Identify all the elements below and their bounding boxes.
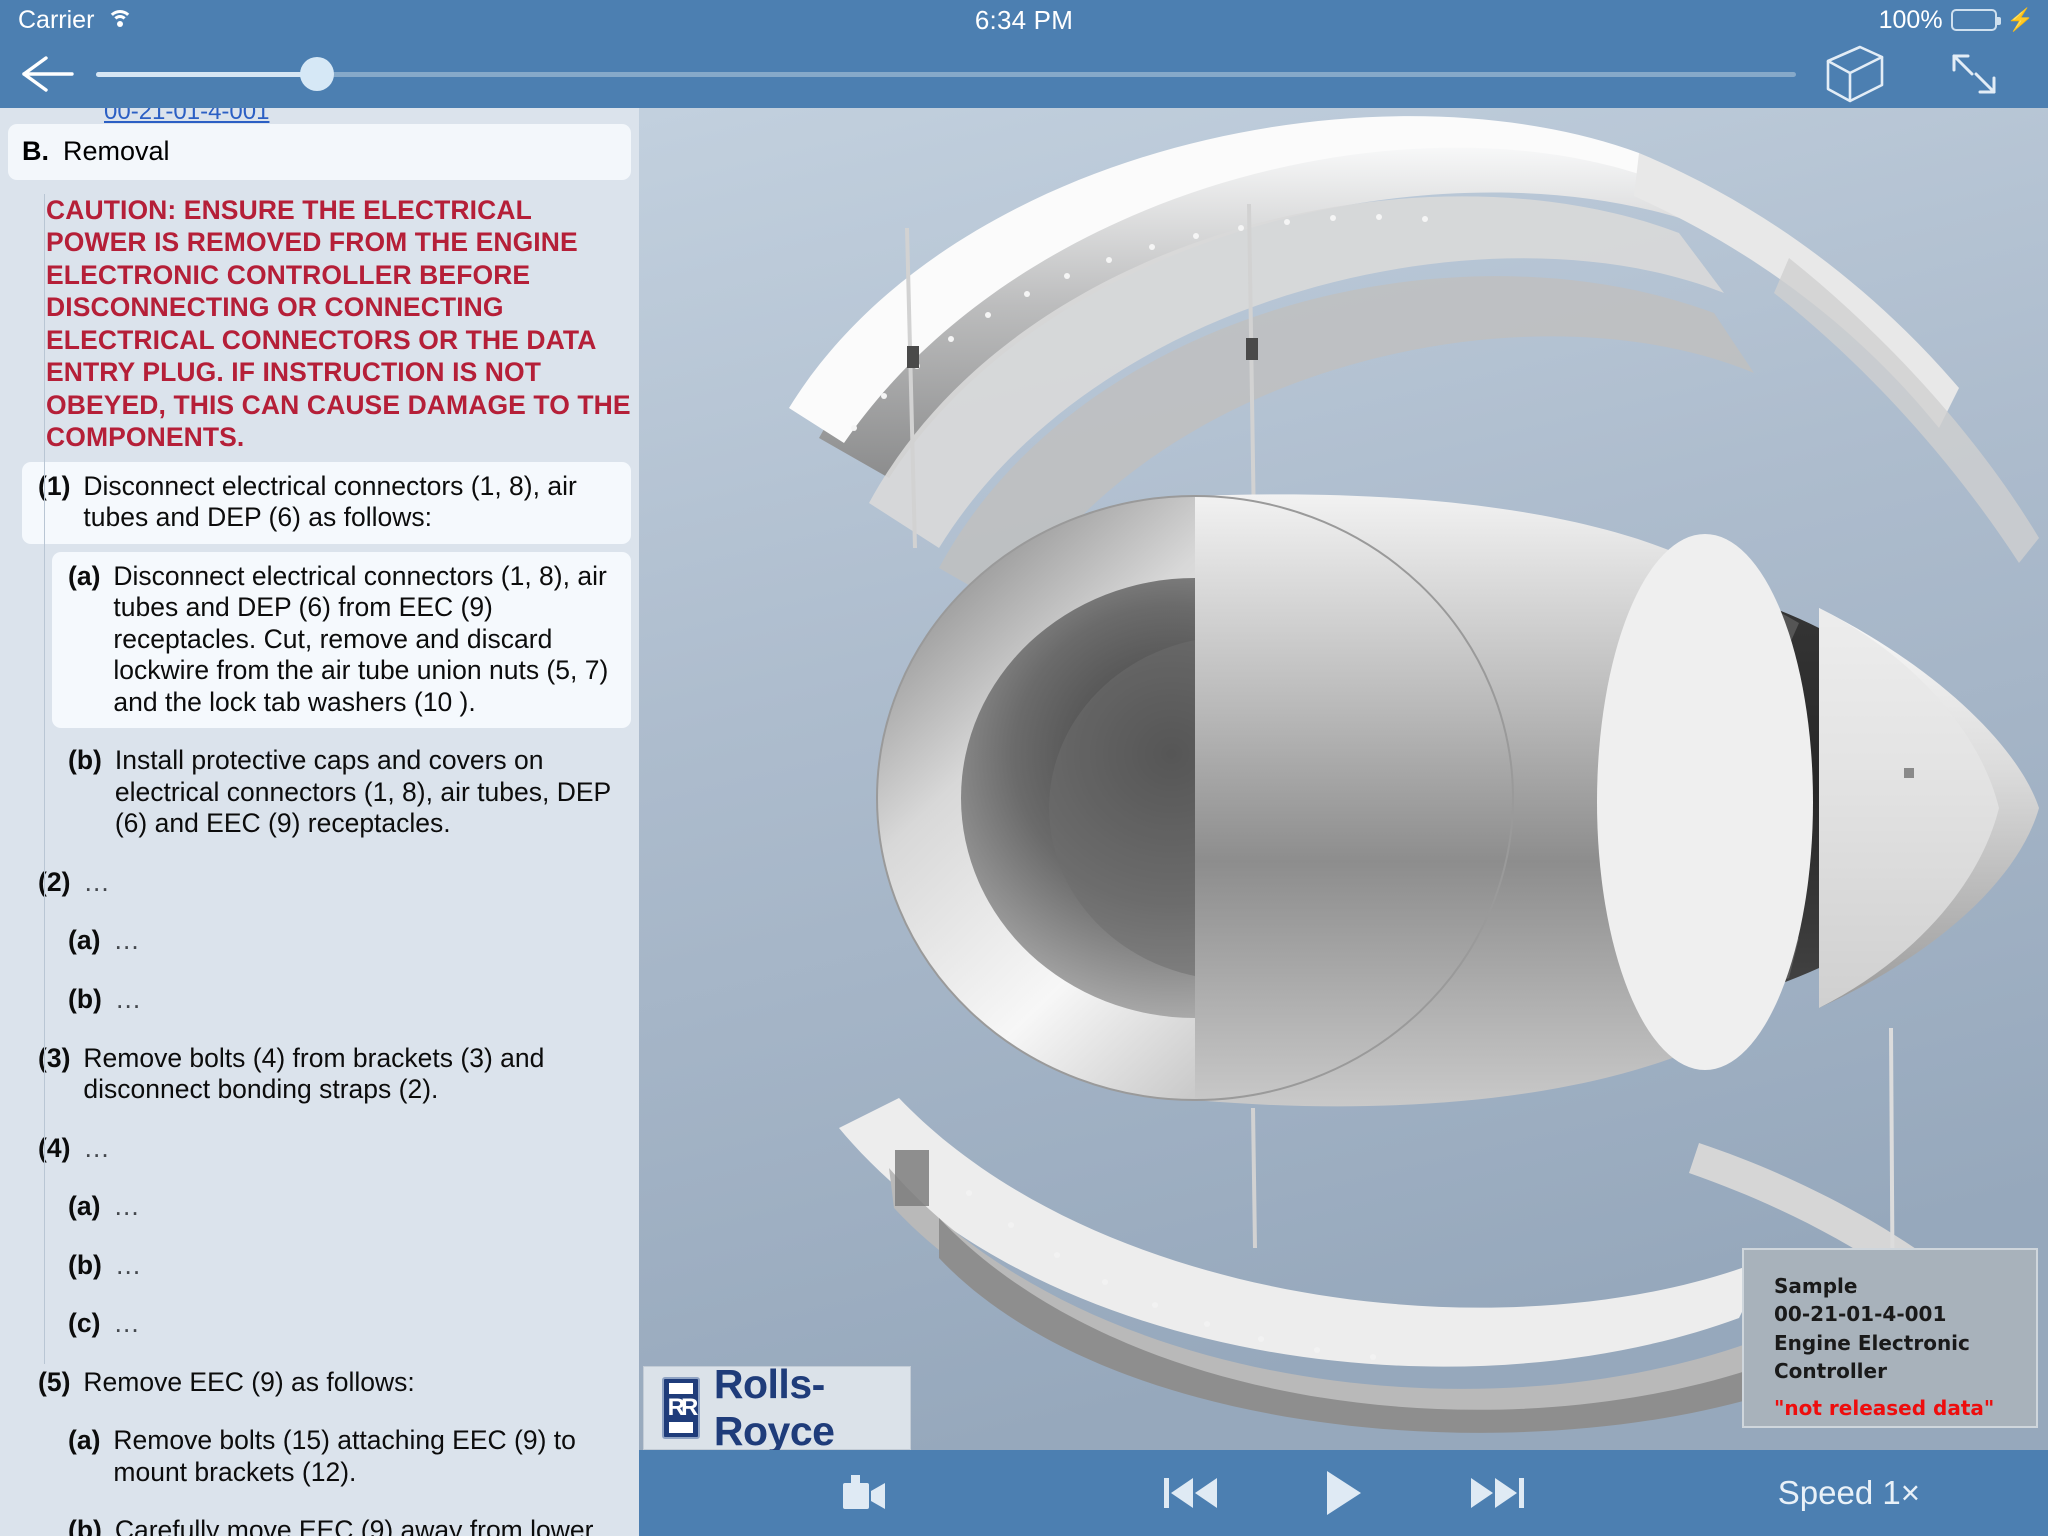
procedure-item-text: …	[114, 1249, 143, 1280]
procedure-item-text: Remove EEC (9) as follows:	[83, 1366, 415, 1397]
three-d-viewport[interactable]: RR Rolls-Royce Sample 00-21-01-4-001 Eng…	[639, 108, 2048, 1450]
status-bar-left: Carrier	[0, 6, 676, 35]
section-title: Removal	[63, 136, 170, 166]
status-bar-right: 100% ⚡	[1372, 6, 2048, 35]
rolls-royce-badge-icon: RR	[662, 1377, 700, 1439]
skip-to-start-icon	[1163, 1478, 1169, 1508]
procedure-item-text: …	[83, 866, 111, 897]
transport-controls	[1163, 1471, 1524, 1515]
procedure-item[interactable]: (b) Install protective caps and covers on…	[52, 736, 631, 850]
procedure-item-number: (2)	[38, 866, 71, 897]
procedure-item-text: Carefully move EEC (9) away from lower c…	[114, 1515, 594, 1536]
procedure-item-number: (b)	[68, 1515, 102, 1536]
carrier-label: Carrier	[18, 5, 95, 34]
procedure-text-panel[interactable]: 00-21-01-4-001 B. Removal CAUTION: ENSUR…	[0, 108, 639, 1536]
slider-track[interactable]	[96, 57, 1796, 91]
app-root: Carrier 6:34 PM 100% ⚡ 00-21-01-4-001 B.…	[0, 0, 2048, 1536]
battery-icon	[1950, 9, 2001, 31]
procedure-item-text: Install protective caps and covers on el…	[114, 745, 611, 839]
rr-monogram: RR	[667, 1394, 699, 1421]
procedure-item-number: (a)	[68, 560, 101, 591]
skip-to-start-button[interactable]	[1163, 1478, 1217, 1508]
procedure-item[interactable]: (b) …	[52, 975, 631, 1026]
procedure-item-text: …	[113, 1191, 141, 1222]
main-content: 00-21-01-4-001 B. Removal CAUTION: ENSUR…	[0, 108, 2048, 1536]
procedure-item[interactable]: (a) Disconnect electrical connectors (1, …	[52, 551, 631, 729]
back-button[interactable]	[0, 40, 96, 108]
sample-line-name-2: Controller	[1774, 1359, 1887, 1384]
procedure-item[interactable]: (a) Remove bolts (15) attaching EEC (9) t…	[52, 1416, 631, 1498]
procedure-item[interactable]: (1) Disconnect electrical connectors (1, …	[22, 461, 631, 544]
status-bar-clock: 6:34 PM	[974, 4, 1074, 35]
procedure-item-number: (a)	[68, 1425, 101, 1456]
toolbar-actions	[1822, 43, 2048, 105]
procedure-item-text: …	[113, 1308, 141, 1339]
procedure-item-number: (5)	[38, 1366, 71, 1397]
procedure-item-text: …	[114, 984, 143, 1014]
procedure-item-number: (b)	[68, 1249, 102, 1280]
sample-line-title: Sample	[1774, 1274, 1858, 1298]
procedure-item-text: …	[113, 925, 141, 956]
procedure-item[interactable]: (c) …	[52, 1299, 631, 1350]
speed-label[interactable]: Speed 1×	[1778, 1474, 1920, 1512]
procedure-item-number: (c)	[68, 1308, 101, 1339]
procedure-item[interactable]: (4) …	[22, 1124, 631, 1175]
procedure-item[interactable]: (5) Remove EEC (9) as follows:	[22, 1358, 631, 1409]
top-toolbar	[0, 40, 2048, 108]
skip-to-end-button[interactable]	[1470, 1478, 1524, 1508]
procedure-item[interactable]: (a) …	[52, 916, 631, 967]
rolls-royce-logo: RR Rolls-Royce	[643, 1361, 911, 1450]
procedure-item-number: (a)	[68, 1191, 101, 1222]
camera-view-button[interactable]	[839, 1473, 891, 1513]
animation-progress-slider[interactable]	[96, 40, 1822, 108]
procedure-item-number: (4)	[38, 1132, 71, 1163]
battery-percent-label: 100%	[1878, 5, 1943, 34]
procedure-item[interactable]: (b) Carefully move EEC (9) away from lowe…	[52, 1506, 631, 1536]
sample-info-box: Sample 00-21-01-4-001 Engine Electronic …	[1742, 1248, 2038, 1428]
wifi-icon	[106, 9, 134, 31]
procedure-item-number: (1)	[38, 470, 71, 501]
expand-fullscreen-icon	[1952, 54, 1996, 94]
play-button[interactable]	[1326, 1471, 1361, 1515]
fullscreen-expand-button[interactable]	[1946, 48, 2002, 100]
procedure-item[interactable]: (b) …	[52, 1241, 631, 1292]
section-heading-removal[interactable]: B. Removal	[8, 124, 631, 180]
skip-to-end-icon	[1470, 1478, 1493, 1508]
play-icon	[1326, 1471, 1361, 1515]
procedure-item-number: (b)	[68, 745, 102, 776]
section-label: B.	[22, 136, 49, 166]
procedure-item-number: (b)	[68, 984, 102, 1014]
procedure-item-number: (3)	[38, 1042, 71, 1073]
caution-text: CAUTION: ENSURE THE ELECTRICAL POWER IS …	[46, 195, 631, 453]
slider-thumb[interactable]	[300, 57, 334, 91]
indent-rail	[44, 194, 45, 1364]
playback-toolbar: Speed 1×	[639, 1450, 2048, 1536]
procedure-item[interactable]: (2) …	[22, 858, 631, 909]
video-camera-icon	[843, 1475, 885, 1509]
panel-scrollbar[interactable]	[630, 1238, 636, 1448]
procedure-item-text: Disconnect electrical connectors (1, 8),…	[83, 470, 577, 533]
sample-line-disclaimer: "not released data"	[1774, 1395, 1995, 1420]
slider-fill	[96, 71, 317, 77]
procedure-item-list: (1) Disconnect electrical connectors (1, …	[0, 461, 639, 1536]
procedure-item-text: Remove bolts (15) attaching EEC (9) to m…	[113, 1425, 576, 1487]
procedure-item-text: Remove bolts (4) from brackets (3) and d…	[83, 1042, 545, 1105]
fan-nacelle	[876, 494, 1813, 1107]
lightning-bolt-icon: ⚡	[2006, 7, 2034, 32]
procedure-item-text: …	[83, 1132, 111, 1163]
procedure-item-text: Disconnect electrical connectors (1, 8),…	[113, 560, 609, 717]
procedure-item[interactable]: (3) Remove bolts (4) from brackets (3) an…	[22, 1034, 631, 1116]
sample-line-code: 00-21-01-4-001	[1774, 1302, 1947, 1327]
cube-3d-button[interactable]	[1822, 43, 1888, 105]
cube-3d-icon	[1826, 45, 1884, 103]
status-bar: Carrier 6:34 PM 100% ⚡	[0, 0, 2048, 40]
sample-line-name-1: Engine Electronic	[1774, 1330, 1970, 1355]
procedure-item[interactable]: (a) …	[52, 1182, 631, 1233]
procedure-item-number: (a)	[68, 925, 101, 956]
rolls-royce-wordmark: Rolls-Royce	[713, 1361, 835, 1450]
back-arrow-icon	[22, 56, 74, 92]
